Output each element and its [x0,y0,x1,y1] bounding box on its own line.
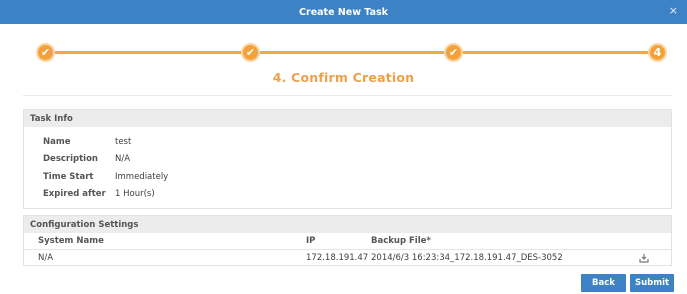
dialog-title: Create New Task [299,6,388,18]
info-row-time-start: Time Start Immediately [43,172,168,182]
config-settings-panel: Configuration Settings System Name IP Ba… [23,215,672,266]
column-header-system-name: System Name [38,236,104,246]
download-icon[interactable] [639,254,649,263]
task-info-heading: Task Info [24,110,671,127]
info-value: 1 Hour(s) [115,189,155,199]
info-row-description: Description N/A [43,154,130,164]
info-row-expired-after: Expired after 1 Hour(s) [43,189,155,199]
info-label: Name [43,137,71,147]
submit-button[interactable]: Submit [630,274,674,292]
info-label: Description [43,154,98,164]
cell-system-name: N/A [38,253,54,263]
step-1-check-icon: ✔ [36,43,55,62]
column-header-backup-file: Backup File* [371,236,431,246]
progress-stepper: ✔ ✔ ✔ 4 [0,38,687,68]
step-connector [45,51,255,54]
step-connector [255,51,453,54]
column-header-ip: IP [306,236,316,246]
step-3-check-icon: ✔ [444,43,463,62]
info-row-name: Name test [43,137,131,147]
divider [23,95,672,96]
step-title: 4. Confirm Creation [272,70,415,85]
close-icon[interactable]: × [669,4,678,17]
info-label: Time Start [43,172,94,182]
info-label: Expired after [43,189,106,199]
info-value: test [115,137,132,147]
config-heading: Configuration Settings [24,216,671,233]
step-connector [453,51,657,54]
step-2-check-icon: ✔ [241,43,260,62]
task-info-panel: Task Info Name test Description N/A Time… [23,109,672,209]
info-value: N/A [115,154,131,164]
cell-ip: 172.18.191.47 [306,253,369,263]
cell-backup-file: 2014/6/3 16:23:34_172.18.191.47_DES-3052 [371,253,563,263]
back-button[interactable]: Back [581,274,626,292]
dialog-title-bar: Create New Task × [0,0,687,24]
step-4-current: 4 [648,43,667,62]
info-value: Immediately [115,172,169,182]
table-row: N/A 172.18.191.47 2014/6/3 16:23:34_172.… [24,250,671,266]
config-table-header: System Name IP Backup File* [24,233,671,250]
